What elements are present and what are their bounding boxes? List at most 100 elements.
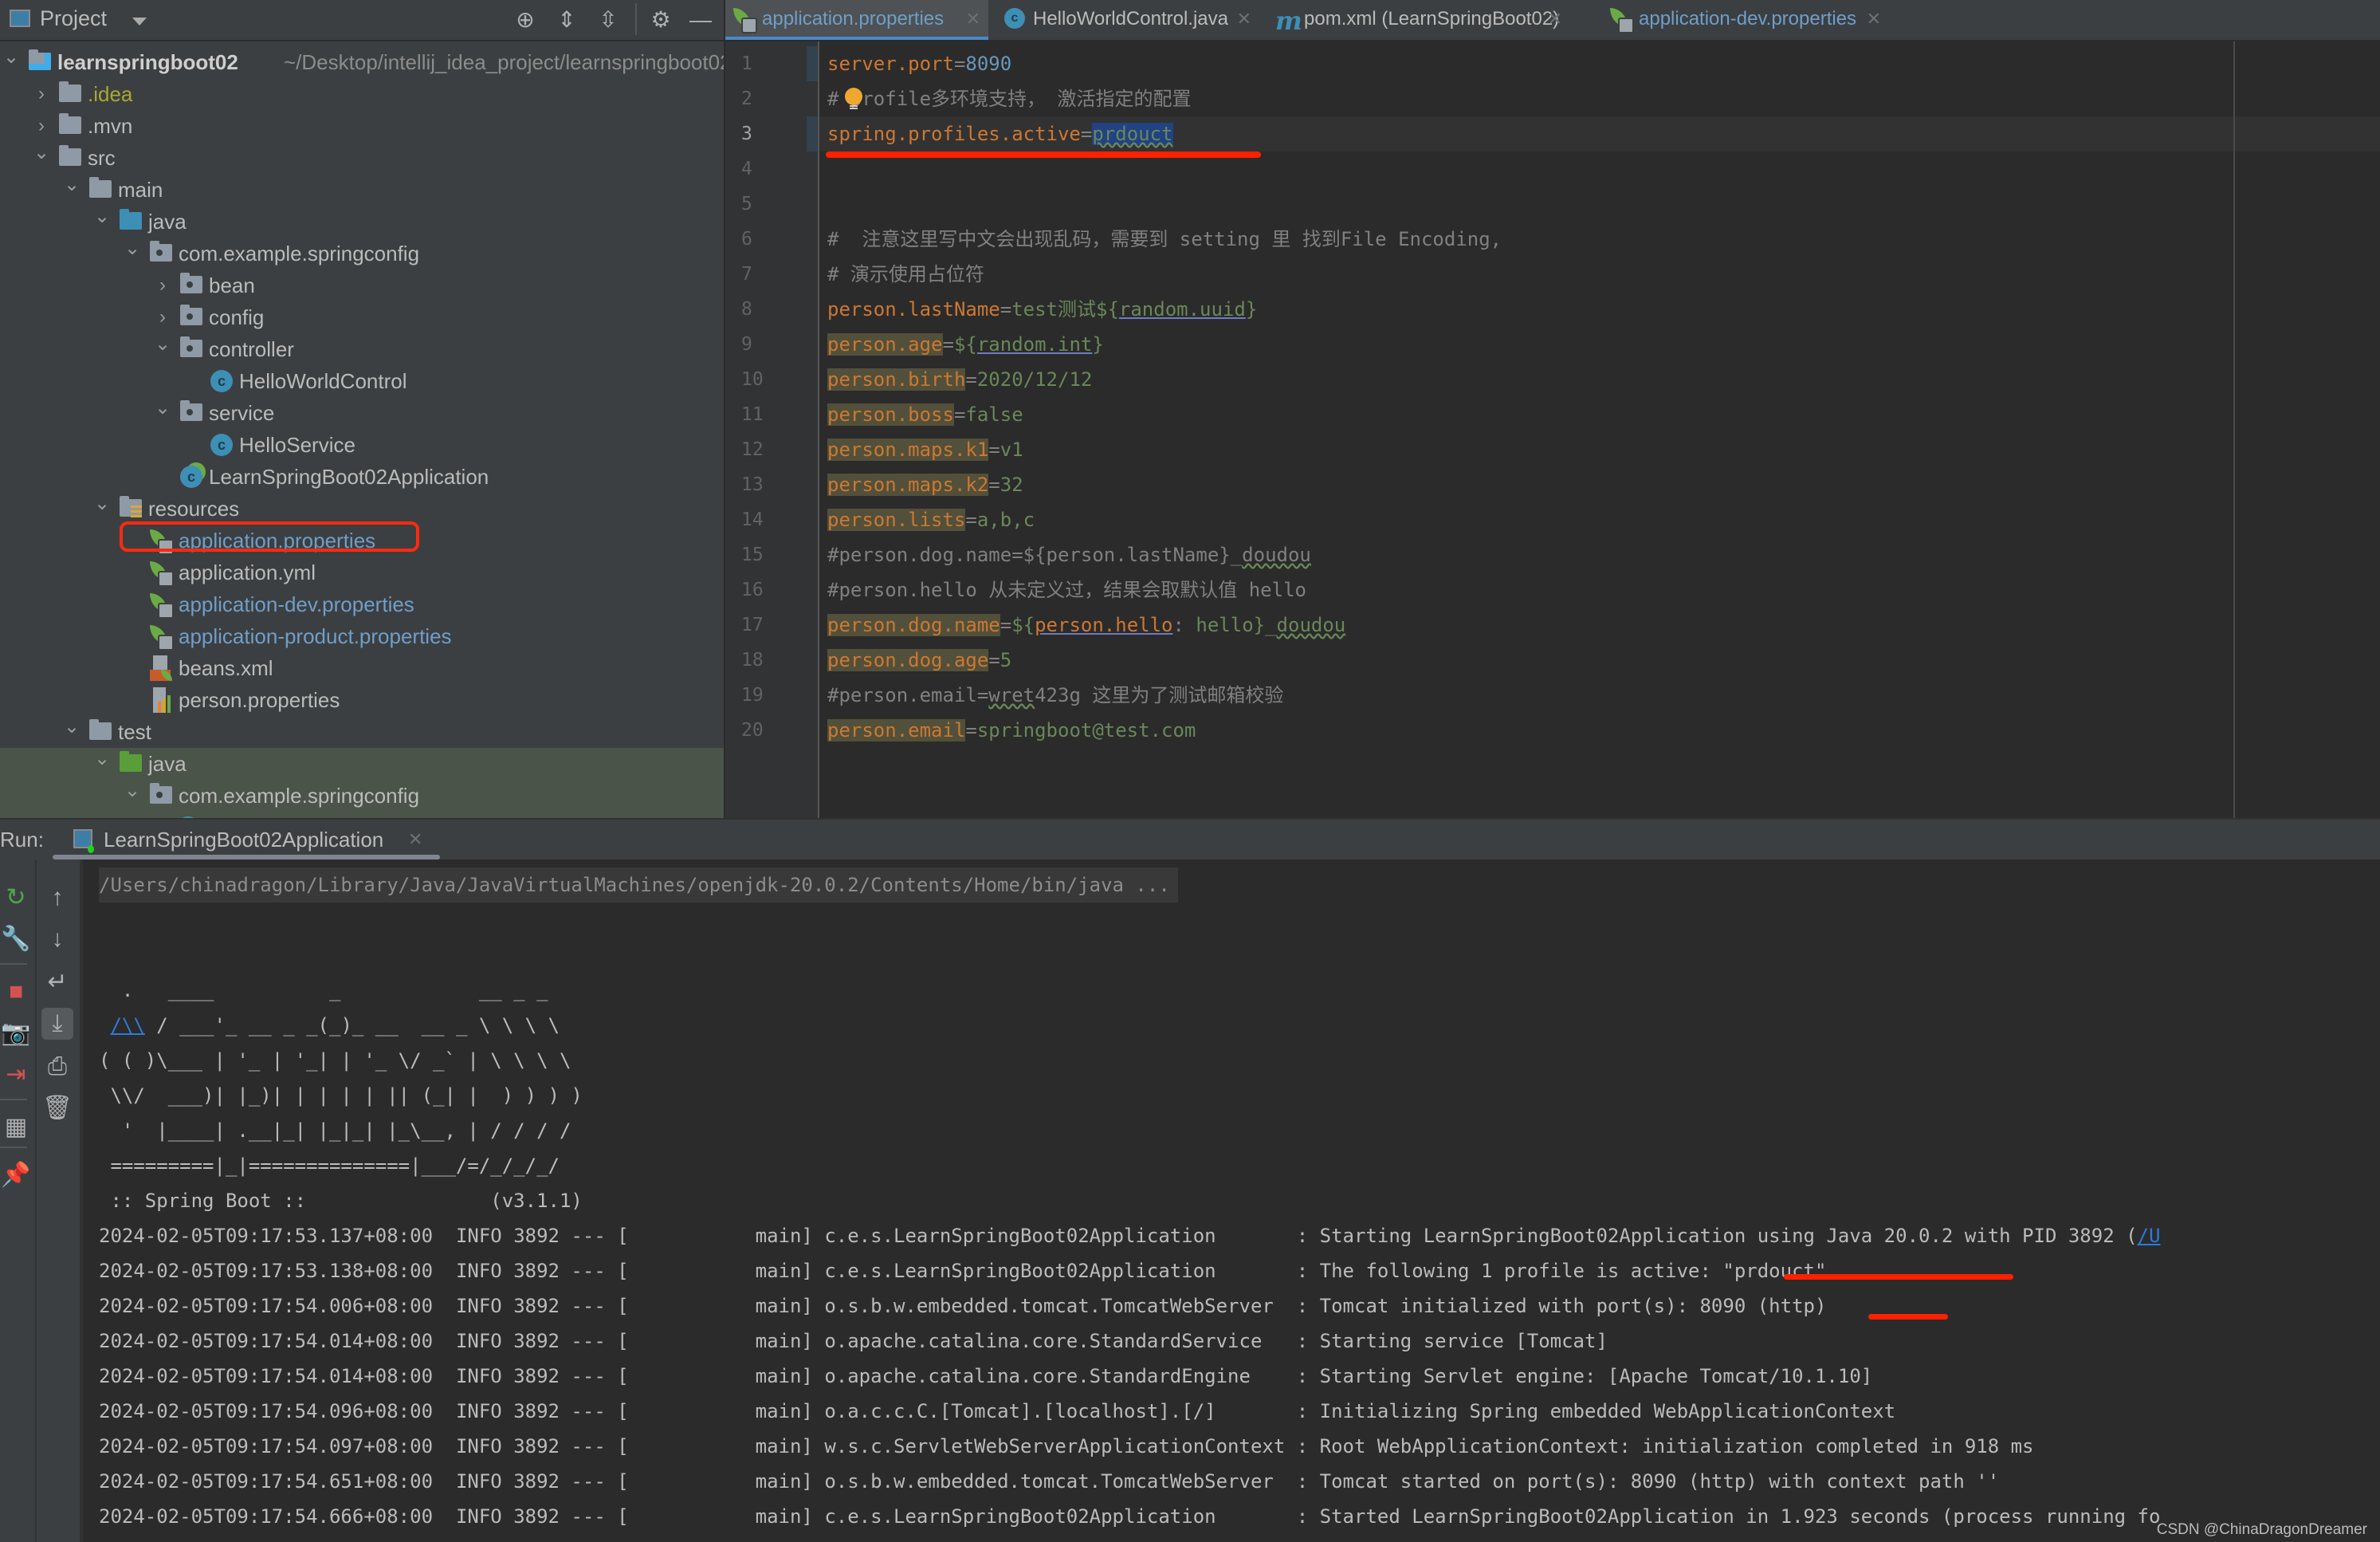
layout-icon[interactable]: ▦ <box>0 1111 32 1143</box>
tree-item[interactable]: ⌄ learnspringboot02 ~/Desktop/intellij_ide… <box>0 46 724 78</box>
tree-item[interactable]: ⌄ java <box>0 206 724 238</box>
code-line[interactable]: # 注意这里写中文会出现乱码，需要到 setting 里 找到File Enco… <box>827 222 1502 257</box>
camera-icon[interactable]: 📷 <box>0 1017 32 1049</box>
log-thread: main <box>755 1470 802 1493</box>
tree-item[interactable]: c HelloService <box>0 429 724 461</box>
chevron-down-icon[interactable]: ⌄ <box>64 711 80 743</box>
tree-item[interactable]: › .idea <box>0 78 724 110</box>
chevron-down-icon[interactable]: ⌄ <box>33 137 49 169</box>
banner-link[interactable]: /\\ <box>110 1014 144 1037</box>
chevron-right-icon[interactable]: › <box>155 269 171 301</box>
code-line[interactable]: # 演示使用占位符 <box>827 257 984 292</box>
print-icon[interactable]: ⎙ <box>41 1051 73 1083</box>
tree-item[interactable]: ⌄ controller <box>0 333 724 365</box>
tree-item[interactable]: application-product.properties <box>0 620 724 652</box>
code-line[interactable]: person.email=springboot@test.com <box>827 713 1196 748</box>
code-line[interactable]: person.boss=false <box>827 397 1023 432</box>
tree-item[interactable]: application.yml <box>0 557 724 588</box>
console-command-line[interactable]: /Users/chinadragon/Library/Java/JavaVirt… <box>99 867 1178 903</box>
chevron-down-icon[interactable]: ⌄ <box>3 41 19 73</box>
close-icon[interactable]: ✕ <box>1237 0 1251 38</box>
chevron-down-icon[interactable] <box>132 18 147 26</box>
tree-item[interactable]: beans.xml <box>0 652 724 684</box>
exit-icon[interactable]: ⇥ <box>0 1059 32 1091</box>
console-output[interactable]: /Users/chinadragon/Library/Java/JavaVirt… <box>83 860 2380 1542</box>
tree-item[interactable]: application-dev.properties <box>0 588 724 620</box>
trash-icon[interactable]: 🗑 <box>41 1092 73 1124</box>
chevron-down-icon[interactable]: ⌄ <box>155 392 171 424</box>
tree-item[interactable]: › config <box>0 301 724 333</box>
tree-item-partial[interactable] <box>0 812 724 818</box>
tree-item[interactable]: person.properties <box>0 684 724 716</box>
pin-icon[interactable]: 📌 <box>0 1159 32 1191</box>
log-sep <box>502 1260 513 1282</box>
log-line[interactable]: 2024-02-05T09:17:54.666+08:00 INFO 3892 … <box>99 1499 2160 1534</box>
code-token: # 注意这里写中文会出现乱码，需要到 setting 里 找到File Enco… <box>827 228 1502 250</box>
code-line[interactable]: spring.profiles.active=prdouct <box>827 116 1173 151</box>
code-line[interactable]: person.dog.name=${person.hello: hello}_d… <box>827 608 1345 643</box>
log-line[interactable]: 2024-02-05T09:17:53.137+08:00 INFO 3892 … <box>99 1218 2160 1253</box>
code-line[interactable]: person.maps.k2=32 <box>827 467 1023 502</box>
log-line[interactable]: 2024-02-05T09:17:54.014+08:00 INFO 3892 … <box>99 1359 1872 1394</box>
editor-tab[interactable]: m pom.xml (LearnSpringBoot02) ✕ <box>1267 0 1570 40</box>
code-line[interactable]: person.birth=2020/12/12 <box>827 362 1092 397</box>
minimize-icon[interactable]: — <box>687 6 714 33</box>
code-line[interactable]: #person.email=wret423g 这里为了测试邮箱校验 <box>827 678 1283 713</box>
close-icon[interactable]: ✕ <box>1867 0 1881 38</box>
tree-item[interactable]: ⌄ src <box>0 142 724 174</box>
collapse-all-icon[interactable]: ⇳ <box>595 6 622 33</box>
tree-item[interactable]: ⌄ service <box>0 397 724 429</box>
chevron-down-icon[interactable]: ⌄ <box>124 233 140 265</box>
tree-item[interactable]: ⌄ com.example.springconfig <box>0 780 724 812</box>
chevron-right-icon[interactable]: › <box>33 78 49 110</box>
editor-tab[interactable]: application-dev.properties ✕ <box>1602 0 1889 40</box>
lightbulb-icon[interactable] <box>845 88 862 110</box>
log-line[interactable]: 2024-02-05T09:17:53.138+08:00 INFO 3892 … <box>99 1253 1826 1288</box>
project-view-selector[interactable]: Project <box>40 6 107 31</box>
chevron-down-icon[interactable]: ⌄ <box>155 328 171 360</box>
code-line[interactable]: person.lastName=test测试${random.uuid} <box>827 292 1257 327</box>
scroll-up-icon[interactable]: ↑ <box>41 882 73 914</box>
chevron-down-icon[interactable]: ⌄ <box>94 201 110 233</box>
expand-all-icon[interactable]: ⇕ <box>553 6 580 33</box>
log-logger: o.apache.catalina.core.StandardService <box>824 1330 1286 1352</box>
stop-icon[interactable]: ■ <box>0 976 32 1008</box>
locate-icon[interactable]: ⊕ <box>512 6 539 33</box>
editor-tab[interactable]: application.properties ✕ <box>725 0 988 40</box>
scroll-down-icon[interactable]: ↓ <box>41 923 73 955</box>
log-line[interactable]: 2024-02-05T09:17:54.006+08:00 INFO 3892 … <box>99 1288 1826 1324</box>
tree-item[interactable]: › .mvn <box>0 110 724 142</box>
chevron-down-icon[interactable]: ⌄ <box>94 743 110 775</box>
code-line[interactable]: person.age=${random.int} <box>827 327 1104 362</box>
log-line[interactable]: 2024-02-05T09:17:54.097+08:00 INFO 3892 … <box>99 1429 2034 1464</box>
close-icon[interactable]: ✕ <box>408 829 422 850</box>
tree-item[interactable]: ⌄ java <box>0 748 724 780</box>
chevron-down-icon[interactable]: ⌄ <box>94 488 110 520</box>
log-line[interactable]: 2024-02-05T09:17:54.096+08:00 INFO 3892 … <box>99 1394 1895 1429</box>
gear-icon[interactable]: ⚙ <box>647 6 674 33</box>
code-line[interactable]: #person.hello 从未定义过，结果会取默认值 hello <box>827 572 1306 608</box>
log-path-link[interactable]: /U <box>2138 1225 2161 1247</box>
log-line[interactable]: 2024-02-05T09:17:54.014+08:00 INFO 3892 … <box>99 1324 1608 1359</box>
code-line[interactable]: person.lists=a,b,c <box>827 502 1035 537</box>
code-line[interactable]: server.port=8090 <box>827 46 1011 81</box>
log-line[interactable]: 2024-02-05T09:17:54.651+08:00 INFO 3892 … <box>99 1464 1999 1499</box>
code-line[interactable]: person.dog.age=5 <box>827 643 1011 678</box>
rerun-icon[interactable]: ↻ <box>0 882 32 914</box>
wrench-icon[interactable]: 🔧 <box>0 923 32 955</box>
code-line[interactable]: person.maps.k1=v1 <box>827 432 1023 467</box>
soft-wrap-icon[interactable]: ↵ <box>41 966 73 998</box>
editor-tab[interactable]: c HelloWorldControl.java ✕ <box>996 0 1259 40</box>
tree-item[interactable]: ⌄ com.example.springconfig <box>0 238 724 269</box>
code-editor[interactable]: 1 2 3 4 5 6 7 8 9 10 11 12 13 14 15 16 17 18 19 20 server.p… <box>725 41 2380 818</box>
tree-item[interactable]: ⌄ resources <box>0 493 724 525</box>
chevron-down-icon[interactable]: ⌄ <box>124 775 140 807</box>
close-icon[interactable]: ✕ <box>966 0 980 38</box>
code-line[interactable]: #person.dog.name=${person.lastName}_doud… <box>827 537 1311 572</box>
tree-item[interactable]: c HelloWorldControl <box>0 365 724 397</box>
close-icon[interactable]: ✕ <box>1548 0 1562 38</box>
tree-item[interactable]: › bean <box>0 269 724 301</box>
scroll-to-end-icon[interactable]: ⤓ <box>41 1008 73 1040</box>
code-line[interactable]: # profile多环境支持， 激活指定的配置 <box>827 81 1192 116</box>
chevron-down-icon[interactable]: ⌄ <box>64 169 80 201</box>
